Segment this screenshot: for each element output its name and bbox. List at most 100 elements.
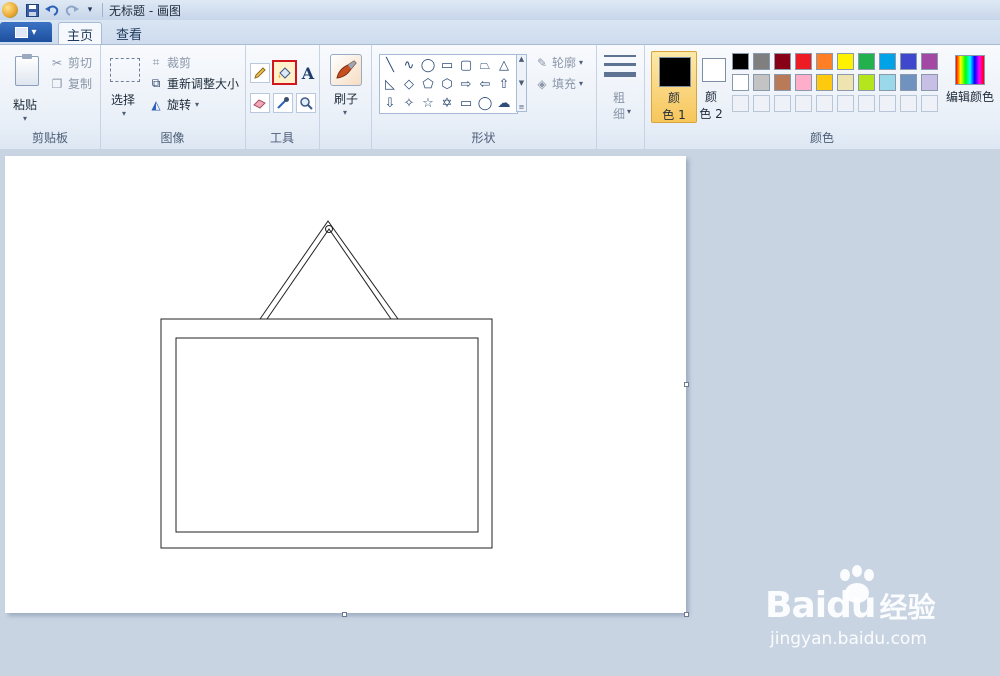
paste-button[interactable]: 粘贴 ▾ — [9, 52, 43, 128]
size-label-line1: 粗 — [613, 91, 626, 105]
pentagon-shape-icon[interactable]: ⬠ — [419, 75, 437, 93]
palette-swatch[interactable] — [816, 74, 833, 91]
rectangle-shape-icon[interactable]: ▭ — [438, 56, 456, 74]
palette-swatch[interactable] — [795, 53, 812, 70]
line-shape-icon[interactable]: ╲ — [381, 56, 399, 74]
crop-button[interactable]: ⌗ 裁剪 — [149, 54, 191, 71]
five-point-star-shape-icon[interactable]: ☆ — [419, 94, 437, 112]
pencil-icon[interactable] — [250, 63, 270, 83]
palette-swatch[interactable] — [837, 95, 854, 112]
scroll-down-icon[interactable]: ▼ — [519, 79, 524, 87]
outline-button[interactable]: ✎ 轮廓 ▾ — [535, 54, 583, 71]
palette-swatch[interactable] — [921, 74, 938, 91]
color1-button[interactable]: 颜 色 1 — [651, 51, 697, 123]
palette-swatch[interactable] — [732, 53, 749, 70]
polygon-shape-icon[interactable]: ⏢ — [476, 56, 494, 74]
quick-access-dropdown-icon[interactable]: ▾ — [82, 2, 98, 18]
oval-callout-shape-icon[interactable]: ◯ — [476, 94, 494, 112]
palette-swatch[interactable] — [774, 74, 791, 91]
palette-swatch[interactable] — [753, 74, 770, 91]
size-button[interactable]: 粗 细 ▾ — [604, 55, 636, 127]
palette-swatch[interactable] — [837, 74, 854, 91]
scroll-up-icon[interactable]: ▲ — [519, 55, 524, 63]
down-arrow-shape-icon[interactable]: ⇩ — [381, 94, 399, 112]
tab-home[interactable]: 主页 — [58, 22, 102, 45]
palette-swatch[interactable] — [795, 95, 812, 112]
size-line-medium — [604, 63, 636, 66]
edit-colors-label[interactable]: 编辑颜色 — [946, 88, 994, 105]
tab-view[interactable]: 查看 — [108, 22, 150, 44]
size-label-line2: 细 — [613, 107, 626, 121]
group-label: 工具 — [269, 131, 294, 145]
palette-swatch[interactable] — [921, 95, 938, 112]
text-icon[interactable]: A — [298, 63, 318, 83]
chevron-down-icon: ▾ — [31, 26, 37, 38]
resize-handle-corner[interactable] — [684, 612, 689, 617]
selection-icon — [110, 58, 140, 82]
palette-swatch[interactable] — [795, 74, 812, 91]
resize-label: 重新调整大小 — [167, 77, 240, 91]
up-arrow-shape-icon[interactable]: ⇧ — [495, 75, 513, 93]
palette-swatch[interactable] — [879, 74, 896, 91]
magnifier-icon[interactable] — [296, 93, 316, 113]
chevron-down-icon: ▾ — [579, 58, 584, 67]
hexagon-shape-icon[interactable]: ⬡ — [438, 75, 456, 93]
palette-swatch[interactable] — [774, 95, 791, 112]
color-picker-icon[interactable] — [273, 93, 293, 113]
outline-icon: ✎ — [536, 55, 548, 70]
rounded-callout-shape-icon[interactable]: ▭ — [457, 94, 475, 112]
curve-shape-icon[interactable]: ∿ — [400, 56, 418, 74]
six-point-star-shape-icon[interactable]: ✡ — [438, 94, 456, 112]
diamond-shape-icon[interactable]: ◇ — [400, 75, 418, 93]
four-point-star-shape-icon[interactable]: ✧ — [400, 94, 418, 112]
expand-gallery-icon[interactable]: ≡ — [519, 103, 525, 111]
palette-swatch[interactable] — [921, 53, 938, 70]
application-menu-button[interactable]: ▾ — [0, 22, 52, 42]
eraser-icon[interactable] — [250, 93, 270, 113]
left-arrow-shape-icon[interactable]: ⇦ — [476, 75, 494, 93]
palette-swatch[interactable] — [900, 53, 917, 70]
brushes-button[interactable]: 刷子 ▾ — [329, 54, 363, 124]
right-triangle-shape-icon[interactable]: ◺ — [381, 75, 399, 93]
palette-swatch[interactable] — [732, 74, 749, 91]
palette-swatch[interactable] — [816, 53, 833, 70]
resize-button[interactable]: ⧉ 重新调整大小 — [149, 75, 239, 92]
palette-swatch[interactable] — [753, 53, 770, 70]
fill-bucket-icon[interactable] — [272, 60, 297, 85]
brushes-group: 刷子 ▾ — [319, 45, 372, 149]
paint-app-icon[interactable] — [2, 2, 18, 18]
rounded-rectangle-shape-icon[interactable]: ▢ — [457, 56, 475, 74]
rotate-button[interactable]: ◭ 旋转 ▾ — [149, 96, 199, 113]
palette-swatch[interactable] — [879, 53, 896, 70]
triangle-shape-icon[interactable]: △ — [495, 56, 513, 74]
redo-icon[interactable] — [64, 2, 80, 18]
palette-swatch[interactable] — [900, 74, 917, 91]
edit-colors-icon[interactable] — [955, 55, 985, 85]
copy-button[interactable]: ❐ 复制 — [50, 75, 92, 92]
shapes-scrollbar[interactable]: ▲ ▼ ≡ — [516, 54, 527, 112]
palette-swatch[interactable] — [858, 53, 875, 70]
image-group: 选择 ▾ ⌗ 裁剪 ⧉ 重新调整大小 ◭ 旋转 ▾ 图像 — [100, 45, 246, 149]
cut-button[interactable]: ✂ 剪切 — [50, 54, 92, 71]
right-arrow-shape-icon[interactable]: ⇨ — [457, 75, 475, 93]
palette-swatch[interactable] — [858, 95, 875, 112]
palette-swatch[interactable] — [816, 95, 833, 112]
palette-swatch[interactable] — [900, 95, 917, 112]
palette-swatch[interactable] — [837, 53, 854, 70]
undo-icon[interactable] — [44, 2, 60, 18]
palette-swatch[interactable] — [774, 53, 791, 70]
palette-swatch[interactable] — [879, 95, 896, 112]
save-icon[interactable] — [24, 2, 40, 18]
fill-button[interactable]: ◈ 填充 ▾ — [535, 75, 583, 92]
oval-shape-icon[interactable]: ◯ — [419, 56, 437, 74]
resize-handle-right[interactable] — [684, 382, 689, 387]
select-button[interactable]: 选择 ▾ — [108, 55, 144, 125]
drawing-canvas[interactable] — [5, 156, 686, 613]
resize-handle-bottom[interactable] — [342, 612, 347, 617]
cloud-callout-shape-icon[interactable]: ☁ — [495, 94, 513, 112]
fill-icon: ◈ — [537, 76, 547, 91]
palette-swatch[interactable] — [732, 95, 749, 112]
tools-group: A 工具 — [245, 45, 320, 149]
palette-swatch[interactable] — [858, 74, 875, 91]
palette-swatch[interactable] — [753, 95, 770, 112]
